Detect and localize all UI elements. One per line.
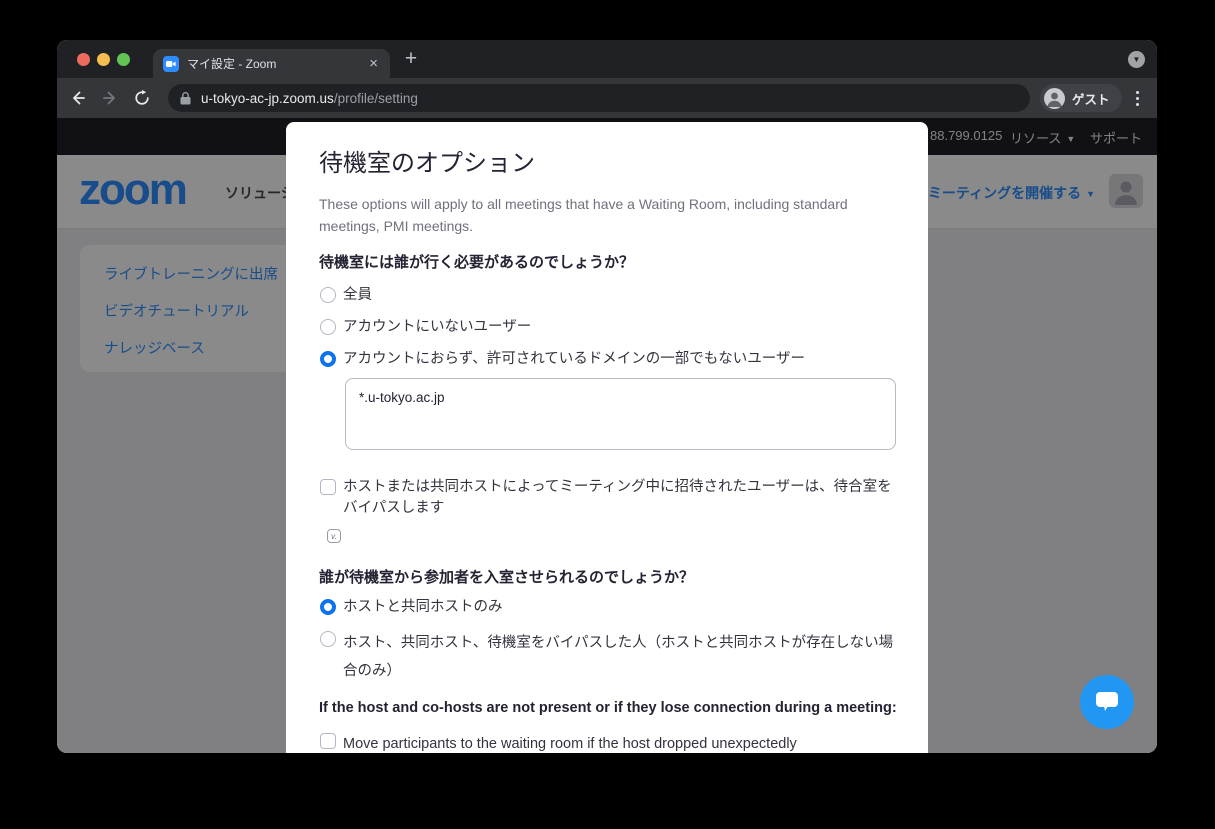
radio-host-cohosts-only-label: ホストと共同ホストのみ (343, 597, 503, 618)
browser-menu-icon[interactable] (1125, 86, 1149, 110)
modal-description: These options will apply to all meetings… (319, 194, 854, 237)
question-host-not-present: If the host and co-hosts are not present… (319, 700, 897, 716)
profile-chip[interactable]: ゲスト (1040, 84, 1122, 112)
radio-host-cohosts-only[interactable] (320, 599, 336, 615)
back-button[interactable] (66, 86, 90, 110)
lock-icon[interactable] (180, 92, 191, 105)
tab-search-icon[interactable]: ▼ (1128, 51, 1145, 68)
browser-toolbar: u-tokyo-ac-jp.zoom.us/profile/setting ゲス… (57, 78, 1157, 118)
minimize-window-button[interactable] (97, 53, 110, 66)
move-participants-label: Move participants to the waiting room if… (343, 734, 903, 753)
tab-title: マイ設定 - Zoom (187, 55, 367, 72)
radio-host-cohosts-bypass[interactable] (320, 631, 336, 647)
close-window-button[interactable] (77, 53, 90, 66)
browser-window: マイ設定 - Zoom × + ▼ u-tokyo-ac-jp.zoom.us/… (57, 40, 1157, 753)
zoom-favicon-icon (163, 56, 179, 72)
question-who-admits: 誰が待機室から参加者を入室させられるのでしょうか？ (319, 566, 694, 587)
radio-users-not-in-account[interactable] (320, 319, 336, 335)
browser-tab[interactable]: マイ設定 - Zoom × (153, 49, 390, 78)
bypass-waiting-room-checkbox[interactable] (320, 479, 336, 495)
radio-everyone[interactable] (320, 287, 336, 303)
radio-users-not-in-domains[interactable] (320, 351, 336, 367)
modal-title: 待機室のオプション (319, 143, 535, 178)
radio-everyone-label: 全員 (343, 285, 372, 306)
radio-users-not-in-account-label: アカウントにいないユーザー (343, 317, 531, 338)
window-controls (77, 40, 130, 78)
radio-host-cohosts-bypass-label: ホスト、共同ホスト、待機室をバイパスした人（ホストと共同ホストが存在しない場合の… (343, 629, 896, 685)
tab-strip: マイ設定 - Zoom × + ▼ (57, 40, 1157, 78)
url-text: u-tokyo-ac-jp.zoom.us/profile/setting (201, 91, 418, 106)
allowed-domains-input[interactable]: *.u-tokyo.ac.jp (345, 378, 896, 450)
move-participants-checkbox[interactable] (320, 733, 336, 749)
reload-button[interactable] (130, 86, 154, 110)
forward-button[interactable] (98, 86, 122, 110)
waiting-room-options-modal: 待機室のオプション These options will apply to al… (286, 122, 928, 753)
tab-close-icon[interactable]: × (367, 56, 380, 71)
page-content: 88.799.0125 リソース▼ サポート zoom ソリューション ミーティ… (57, 118, 1157, 753)
address-bar[interactable]: u-tokyo-ac-jp.zoom.us/profile/setting (168, 84, 1030, 112)
new-tab-button[interactable]: + (402, 44, 420, 74)
question-who-goes-to-waiting-room: 待機室には誰が行く必要があるのでしょうか？ (319, 251, 634, 272)
guest-label: ゲスト (1072, 89, 1110, 108)
chat-widget-button[interactable] (1080, 675, 1134, 729)
profile-avatar-icon (1044, 88, 1065, 109)
broken-image-icon: v. (327, 529, 341, 543)
chat-bubble-icon (1095, 691, 1119, 713)
radio-users-not-in-domains-label: アカウントにおらず、許可されているドメインの一部でもないユーザー (343, 349, 805, 370)
bypass-waiting-room-label: ホストまたは共同ホストによってミーティング中に招待されたユーザーは、待合室をバイ… (343, 477, 896, 519)
maximize-window-button[interactable] (117, 53, 130, 66)
